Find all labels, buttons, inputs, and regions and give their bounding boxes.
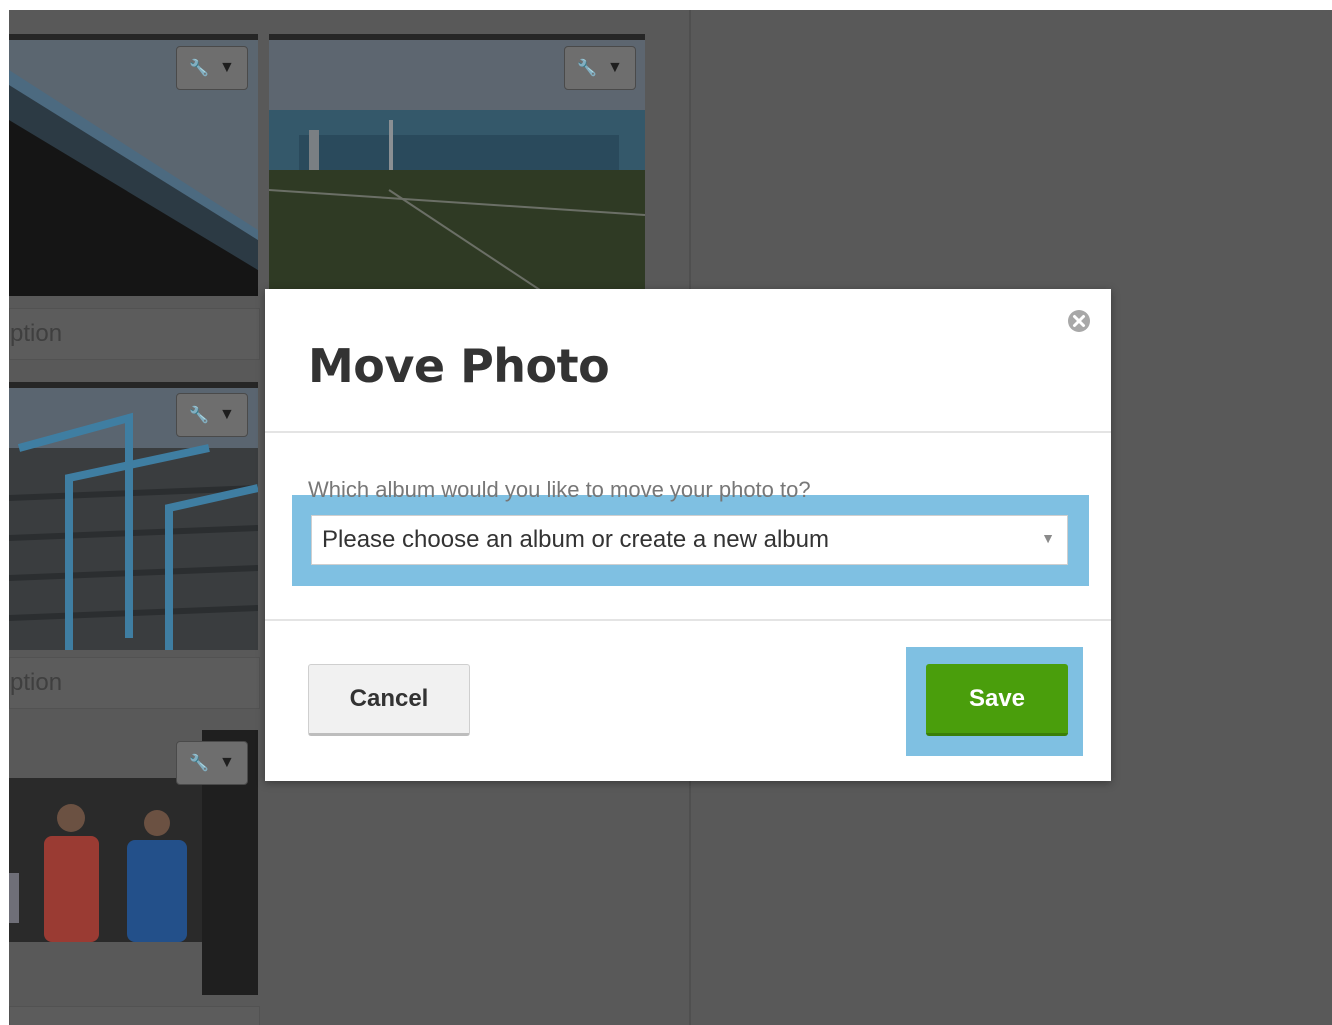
divider: [265, 431, 1111, 433]
photo-options-button[interactable]: 🔧 ▼: [176, 46, 248, 90]
cancel-button[interactable]: Cancel: [308, 664, 470, 736]
dialog-title: Move Photo: [308, 339, 610, 393]
photo-options-button[interactable]: 🔧 ▼: [176, 393, 248, 437]
caption-placeholder: ption: [10, 669, 63, 696]
move-photo-dialog: Move Photo Which album would you like to…: [265, 289, 1111, 781]
wrench-icon: 🔧: [577, 60, 598, 77]
close-circle-icon: [1068, 310, 1090, 332]
caret-down-icon: ▼: [219, 59, 235, 76]
close-dialog-button[interactable]: [1066, 308, 1092, 334]
caret-down-icon: ▼: [607, 59, 623, 76]
photo-options-button[interactable]: 🔧 ▼: [564, 46, 636, 90]
save-button[interactable]: Save: [926, 664, 1068, 736]
photo-thumbnail[interactable]: [9, 778, 202, 942]
wrench-icon: 🔧: [189, 407, 210, 424]
album-select-value: Please choose an album or create a new a…: [322, 526, 829, 553]
caret-down-icon: ▼: [219, 406, 235, 423]
album-select[interactable]: Please choose an album or create a new a…: [311, 515, 1068, 565]
caption-placeholder: ption: [10, 320, 63, 347]
caret-down-icon: ▼: [219, 754, 235, 771]
caption-field[interactable]: [9, 1006, 260, 1025]
caption-field[interactable]: ption: [9, 308, 260, 360]
album-question-label: Which album would you like to move your …: [308, 477, 811, 502]
wrench-icon: 🔧: [189, 755, 210, 772]
divider: [265, 619, 1111, 621]
chevron-down-icon: ▼: [1041, 530, 1055, 546]
caption-field[interactable]: ption: [9, 657, 260, 709]
wrench-icon: 🔧: [189, 60, 210, 77]
photo-options-button[interactable]: 🔧 ▼: [176, 741, 248, 785]
